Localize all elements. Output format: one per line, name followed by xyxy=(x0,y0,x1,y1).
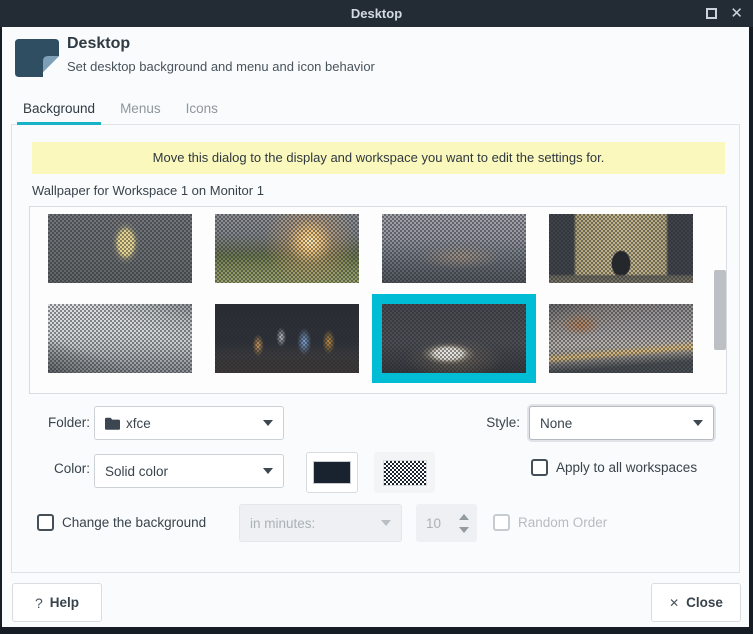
chevron-down-icon xyxy=(263,468,273,474)
dialog-body: Desktop Set desktop background and menu … xyxy=(2,27,749,627)
transparency-checker-swatch xyxy=(383,460,427,486)
random-order-label: Random Order xyxy=(518,515,607,530)
wallpaper-thumbs xyxy=(30,207,710,373)
spinner-up-icon[interactable] xyxy=(459,514,469,520)
apply-all-checkbox[interactable] xyxy=(531,459,548,476)
wallpaper-list-label: Wallpaper for Workspace 1 on Monitor 1 xyxy=(32,183,739,198)
minutes-spinner[interactable]: 10 xyxy=(416,504,477,542)
background-tab-panel: Move this dialog to the display and work… xyxy=(11,125,740,573)
random-order-row[interactable]: Random Order xyxy=(493,514,607,531)
dither-overlay xyxy=(549,214,693,283)
change-background-row[interactable]: Change the background xyxy=(37,514,206,531)
help-button[interactable]: ? Help xyxy=(12,583,102,622)
folder-label: Folder: xyxy=(33,415,90,430)
chevron-down-icon xyxy=(263,420,273,426)
maximize-icon[interactable] xyxy=(706,8,717,19)
apply-all-label: Apply to all workspaces xyxy=(556,460,697,475)
folder-icon xyxy=(105,417,120,430)
color-style-value: Solid color xyxy=(105,464,263,479)
dither-overlay xyxy=(382,214,526,283)
dither-overlay xyxy=(215,214,359,283)
interval-unit-value: in minutes: xyxy=(250,516,381,531)
dither-overlay xyxy=(549,304,693,373)
change-background-label: Change the background xyxy=(62,515,206,530)
solid-color-button[interactable] xyxy=(306,452,358,493)
close-button-label: Close xyxy=(686,595,723,610)
apply-all-workspaces-row[interactable]: Apply to all workspaces xyxy=(531,459,697,476)
color-style-select[interactable]: Solid color xyxy=(94,454,284,488)
minutes-value: 10 xyxy=(426,516,459,531)
dither-overlay xyxy=(48,214,192,283)
chevron-down-icon xyxy=(693,420,703,426)
wallpaper-thumb-mountain-dusk[interactable] xyxy=(382,304,526,373)
titlebar[interactable]: Desktop ✕ xyxy=(0,0,753,27)
dither-overlay xyxy=(382,304,526,373)
tab-icons[interactable]: Icons xyxy=(180,101,224,124)
color-label: Color: xyxy=(33,461,90,476)
notice-banner: Move this dialog to the display and work… xyxy=(32,142,725,174)
wallpaper-thumb-sunset-hills[interactable] xyxy=(215,214,359,283)
wallpaper-thumb-city-skyline-night[interactable] xyxy=(215,304,359,373)
desktop-settings-window: Desktop ✕ Desktop Set desktop background… xyxy=(0,0,753,634)
close-icon[interactable]: ✕ xyxy=(730,6,743,21)
style-select[interactable]: None xyxy=(529,406,714,440)
window-title: Desktop xyxy=(351,6,402,21)
close-button-icon: ✕ xyxy=(669,596,679,610)
interval-unit-select[interactable]: in minutes: xyxy=(239,504,402,542)
desktop-app-icon xyxy=(14,38,60,77)
wallpaper-list xyxy=(29,206,727,394)
help-icon: ? xyxy=(35,595,43,611)
spinner-down-icon[interactable] xyxy=(459,527,469,533)
tab-menus[interactable]: Menus xyxy=(114,101,167,124)
random-order-checkbox[interactable] xyxy=(493,514,510,531)
tab-bar: Background Menus Icons xyxy=(11,97,740,125)
style-select-value: None xyxy=(540,416,693,431)
chevron-down-icon xyxy=(381,520,391,526)
folder-select-value: xfce xyxy=(126,416,263,431)
wallpaper-thumb-coastal-bay[interactable] xyxy=(382,214,526,283)
help-button-label: Help xyxy=(50,595,79,610)
wallpaper-thumb-arc-monument-night[interactable] xyxy=(549,214,693,283)
dither-overlay xyxy=(215,304,359,373)
wallpaper-thumb-snowy-river-valley[interactable] xyxy=(48,304,192,373)
scrollbar-thumb[interactable] xyxy=(714,270,726,350)
change-background-checkbox[interactable] xyxy=(37,514,54,531)
page-title: Desktop xyxy=(67,35,130,53)
folder-select[interactable]: xfce xyxy=(94,406,284,440)
wallpaper-thumb-sunset-clouds[interactable] xyxy=(549,304,693,373)
wallpaper-thumb-moon-night[interactable] xyxy=(48,214,192,283)
secondary-color-button[interactable] xyxy=(374,452,435,493)
dither-overlay xyxy=(48,304,192,373)
solid-color-swatch xyxy=(313,461,351,484)
close-button[interactable]: ✕ Close xyxy=(651,583,741,622)
tab-background[interactable]: Background xyxy=(17,101,101,124)
style-label: Style: xyxy=(460,415,520,430)
page-subtitle: Set desktop background and menu and icon… xyxy=(67,59,375,74)
